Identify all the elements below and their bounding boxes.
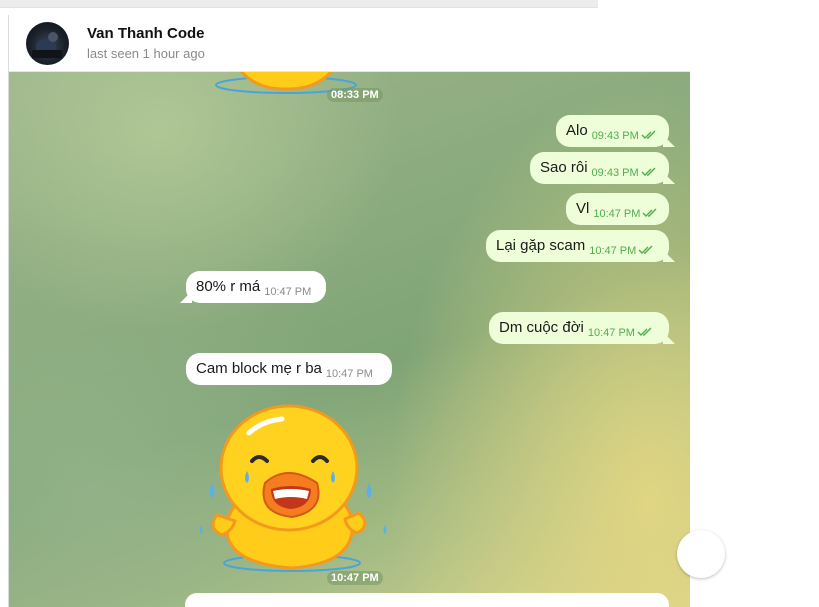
message-bubble-incoming[interactable]: Cam block mẹ r ba 10:47 PM [186, 353, 392, 385]
double-check-icon [637, 327, 652, 336]
message-text: Cam block mẹ r ba [196, 360, 322, 377]
chat-panel: Van Thanh Code last seen 1 hour ago 08:3… [8, 15, 690, 607]
message-input-box[interactable] [185, 593, 669, 607]
message-text: Vl [576, 200, 590, 217]
message-bubble-outgoing[interactable]: Dm cuộc đời 10:47 PM [489, 312, 669, 344]
sticker-time: 08:33 PM [327, 88, 383, 102]
contact-name[interactable]: Van Thanh Code [87, 25, 205, 42]
message-bubble-outgoing[interactable]: Sao rôi 09:43 PM [530, 152, 669, 184]
message-bubble-incoming[interactable]: 80% r má 10:47 PM [186, 271, 326, 303]
window-top-strip [0, 0, 598, 8]
message-time: 10:47 PM [325, 368, 373, 380]
laughing-duck-sticker-icon[interactable] [187, 403, 387, 578]
message-text: Lại gặp scam [496, 237, 586, 254]
last-seen-status: last seen 1 hour ago [87, 46, 205, 61]
message-time: 09:43 PM [591, 130, 639, 142]
scroll-down-button[interactable] [677, 530, 725, 578]
message-time: 10:47 PM [264, 286, 312, 298]
message-bubble-outgoing[interactable]: Alo 09:43 PM [556, 115, 669, 147]
message-text: 80% r má [196, 278, 261, 295]
double-check-icon [642, 208, 657, 217]
message-time: 10:47 PM [589, 245, 637, 257]
double-check-icon [638, 245, 653, 254]
double-check-icon [641, 130, 656, 139]
chat-header[interactable]: Van Thanh Code last seen 1 hour ago [9, 15, 690, 72]
message-text: Sao rôi [540, 159, 588, 176]
message-time: 10:47 PM [593, 208, 641, 220]
message-bubble-outgoing[interactable]: Lại gặp scam 10:47 PM [486, 230, 669, 262]
sticker-time: 10:47 PM [327, 571, 383, 585]
avatar[interactable] [26, 22, 69, 65]
message-time: 09:43 PM [591, 167, 639, 179]
double-check-icon [641, 167, 656, 176]
message-text: Alo [566, 122, 588, 139]
message-time: 10:47 PM [587, 327, 635, 339]
message-bubble-outgoing[interactable]: Vl 10:47 PM [566, 193, 669, 225]
message-text: Dm cuộc đời [499, 319, 584, 336]
